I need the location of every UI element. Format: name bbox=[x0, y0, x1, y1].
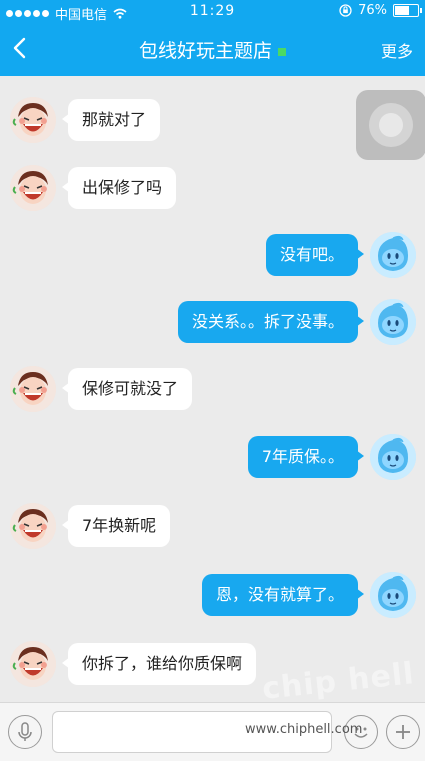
received-message-bubble[interactable]: 你拆了，谁给你质保啊 bbox=[61, 643, 257, 685]
chat-message: 7年质保。。 bbox=[247, 434, 416, 480]
received-message-bubble[interactable]: 出保修了吗 bbox=[61, 167, 177, 209]
chat-message: 你拆了，谁给你质保啊 bbox=[10, 641, 257, 687]
contact-avatar[interactable] bbox=[10, 165, 56, 211]
chat-message: 没关系。。拆了没事。 bbox=[177, 299, 416, 345]
battery-percent: 76% bbox=[358, 3, 387, 18]
chat-message: 7年换新呢 bbox=[10, 503, 171, 549]
received-message-bubble[interactable]: 那就对了 bbox=[61, 99, 161, 141]
battery-icon bbox=[393, 4, 422, 17]
my-avatar[interactable] bbox=[370, 299, 416, 345]
sent-message-bubble[interactable]: 没有吧。 bbox=[265, 234, 365, 276]
received-message-bubble[interactable]: 保修可就没了 bbox=[61, 368, 193, 410]
status-bar: 中国电信 11:29 76% bbox=[0, 0, 425, 23]
microphone-icon[interactable] bbox=[8, 715, 42, 749]
contact-avatar[interactable] bbox=[10, 366, 56, 412]
received-message-bubble[interactable]: 7年换新呢 bbox=[61, 505, 171, 547]
top-bar: 中国电信 11:29 76% 包线好玩主题店 更多 bbox=[0, 0, 425, 76]
chat-message: 出保修了吗 bbox=[10, 165, 177, 211]
more-button[interactable]: 更多 bbox=[381, 38, 413, 62]
contact-avatar[interactable] bbox=[10, 641, 56, 687]
chat-area[interactable]: 那就对了出保修了吗没有吧。没关系。。拆了没事。保修可就没了 7年质保。。 7年换新呢… bbox=[0, 76, 425, 702]
my-avatar[interactable] bbox=[370, 232, 416, 278]
rotation-lock-icon bbox=[339, 4, 352, 17]
sent-message-bubble[interactable]: 没关系。。拆了没事。 bbox=[177, 301, 365, 343]
my-avatar[interactable] bbox=[370, 572, 416, 618]
chat-message: 没有吧。 bbox=[265, 232, 416, 278]
page-title-wrap: 包线好玩主题店 bbox=[0, 36, 425, 63]
sent-message-bubble[interactable]: 7年质保。。 bbox=[247, 436, 365, 478]
nav-bar: 包线好玩主题店 更多 bbox=[0, 22, 425, 76]
contact-avatar[interactable] bbox=[10, 503, 56, 549]
chat-message: 那就对了 bbox=[10, 97, 161, 143]
sticker-button[interactable] bbox=[356, 90, 425, 160]
chat-message: 恩，没有就算了。 bbox=[201, 572, 416, 618]
my-avatar[interactable] bbox=[370, 434, 416, 480]
page-title: 包线好玩主题店 bbox=[138, 40, 272, 62]
contact-avatar[interactable] bbox=[10, 97, 56, 143]
sent-message-bubble[interactable]: 恩，没有就算了。 bbox=[201, 574, 365, 616]
status-right: 76% bbox=[339, 3, 422, 18]
online-status-icon bbox=[278, 47, 286, 56]
chat-message: 保修可就没了 bbox=[10, 366, 193, 412]
watermark-text: www.chiphell.com bbox=[245, 722, 363, 737]
plus-icon[interactable] bbox=[386, 715, 420, 749]
